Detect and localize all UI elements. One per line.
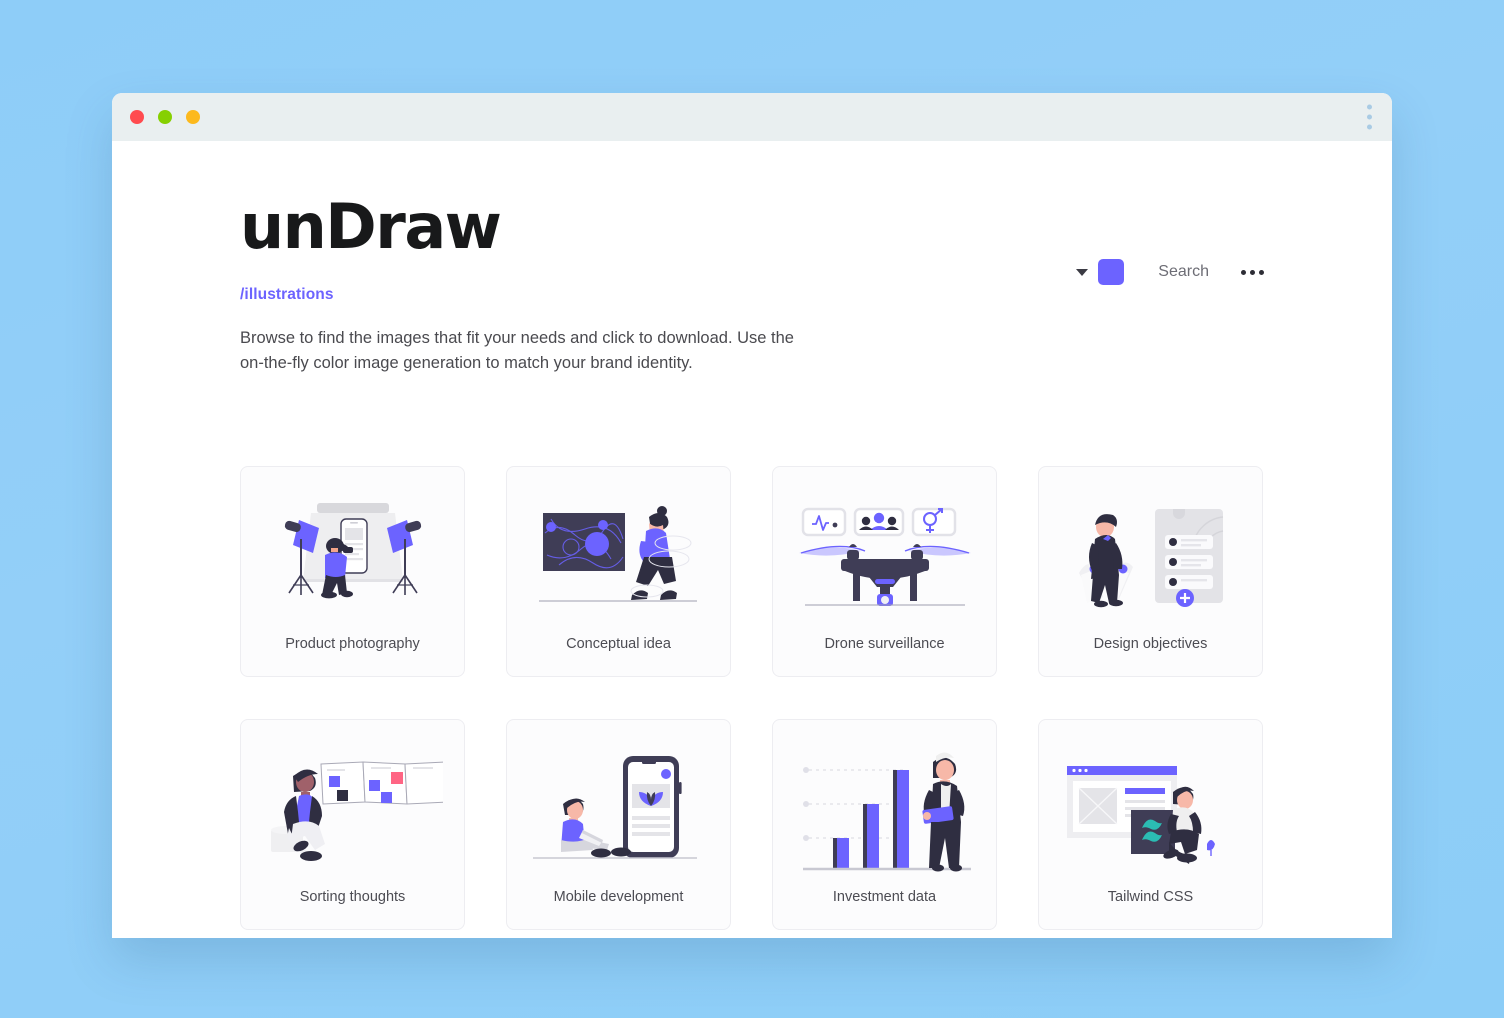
kebab-vertical-icon[interactable] xyxy=(1367,104,1372,130)
chevron-down-icon[interactable] xyxy=(1076,268,1089,276)
sorting-thoughts-illustration xyxy=(241,720,464,889)
illustration-card-design-objectives[interactable]: Design objectives xyxy=(1038,465,1263,677)
illustration-card-label: Sorting thoughts xyxy=(299,888,406,905)
page-content: unDraw /illustrations Browse to find the… xyxy=(112,141,1392,930)
illustration-card-sorting-thoughts[interactable]: Sorting thoughts xyxy=(240,718,465,930)
tailwind-css-illustration xyxy=(1039,720,1262,889)
browser-window: unDraw /illustrations Browse to find the… xyxy=(112,93,1392,938)
illustration-card-drone-surveillance[interactable]: Drone surveillance xyxy=(772,465,997,677)
illustration-card-conceptual-idea[interactable]: Conceptual idea xyxy=(506,465,731,677)
drone-surveillance-illustration xyxy=(773,467,996,636)
conceptual-idea-illustration xyxy=(507,467,730,636)
page-title: unDraw xyxy=(240,190,502,263)
design-objectives-illustration xyxy=(1039,467,1262,636)
color-swatch-button[interactable] xyxy=(1098,259,1125,285)
illustration-card-product-photography[interactable]: Product photography xyxy=(240,465,465,677)
illustration-card-label: Mobile development xyxy=(553,888,684,905)
illustration-card-label: Product photography xyxy=(285,635,420,652)
traffic-lights xyxy=(130,110,200,124)
window-titlebar xyxy=(112,93,1392,141)
illustration-card-label: Drone surveillance xyxy=(824,635,945,652)
illustration-card-investment-data[interactable]: Investment data xyxy=(772,718,997,930)
illustration-grid: Product photography Conceptual idea Dron… xyxy=(240,465,1264,930)
product-photography-illustration xyxy=(241,467,464,636)
mobile-development-illustration xyxy=(507,720,730,889)
illustration-card-tailwind-css[interactable]: Tailwind CSS xyxy=(1038,718,1263,930)
page-description: Browse to find the images that fit your … xyxy=(240,329,794,372)
investment-data-illustration xyxy=(773,720,996,889)
maximize-window-button[interactable] xyxy=(186,110,200,124)
illustration-card-label: Investment data xyxy=(832,888,937,905)
minimize-window-button[interactable] xyxy=(158,110,172,124)
close-window-button[interactable] xyxy=(130,110,144,124)
illustration-card-mobile-development[interactable]: Mobile development xyxy=(506,718,731,930)
breadcrumb: /illustrations xyxy=(240,286,334,303)
illustration-card-label: Design objectives xyxy=(1093,635,1208,652)
illustration-card-label: Tailwind CSS xyxy=(1107,888,1194,905)
illustration-card-label: Conceptual idea xyxy=(566,635,671,652)
ellipsis-horizontal-icon[interactable] xyxy=(1241,269,1264,275)
header-toolbar: Search xyxy=(1076,259,1264,285)
search-input[interactable]: Search xyxy=(1158,263,1209,281)
